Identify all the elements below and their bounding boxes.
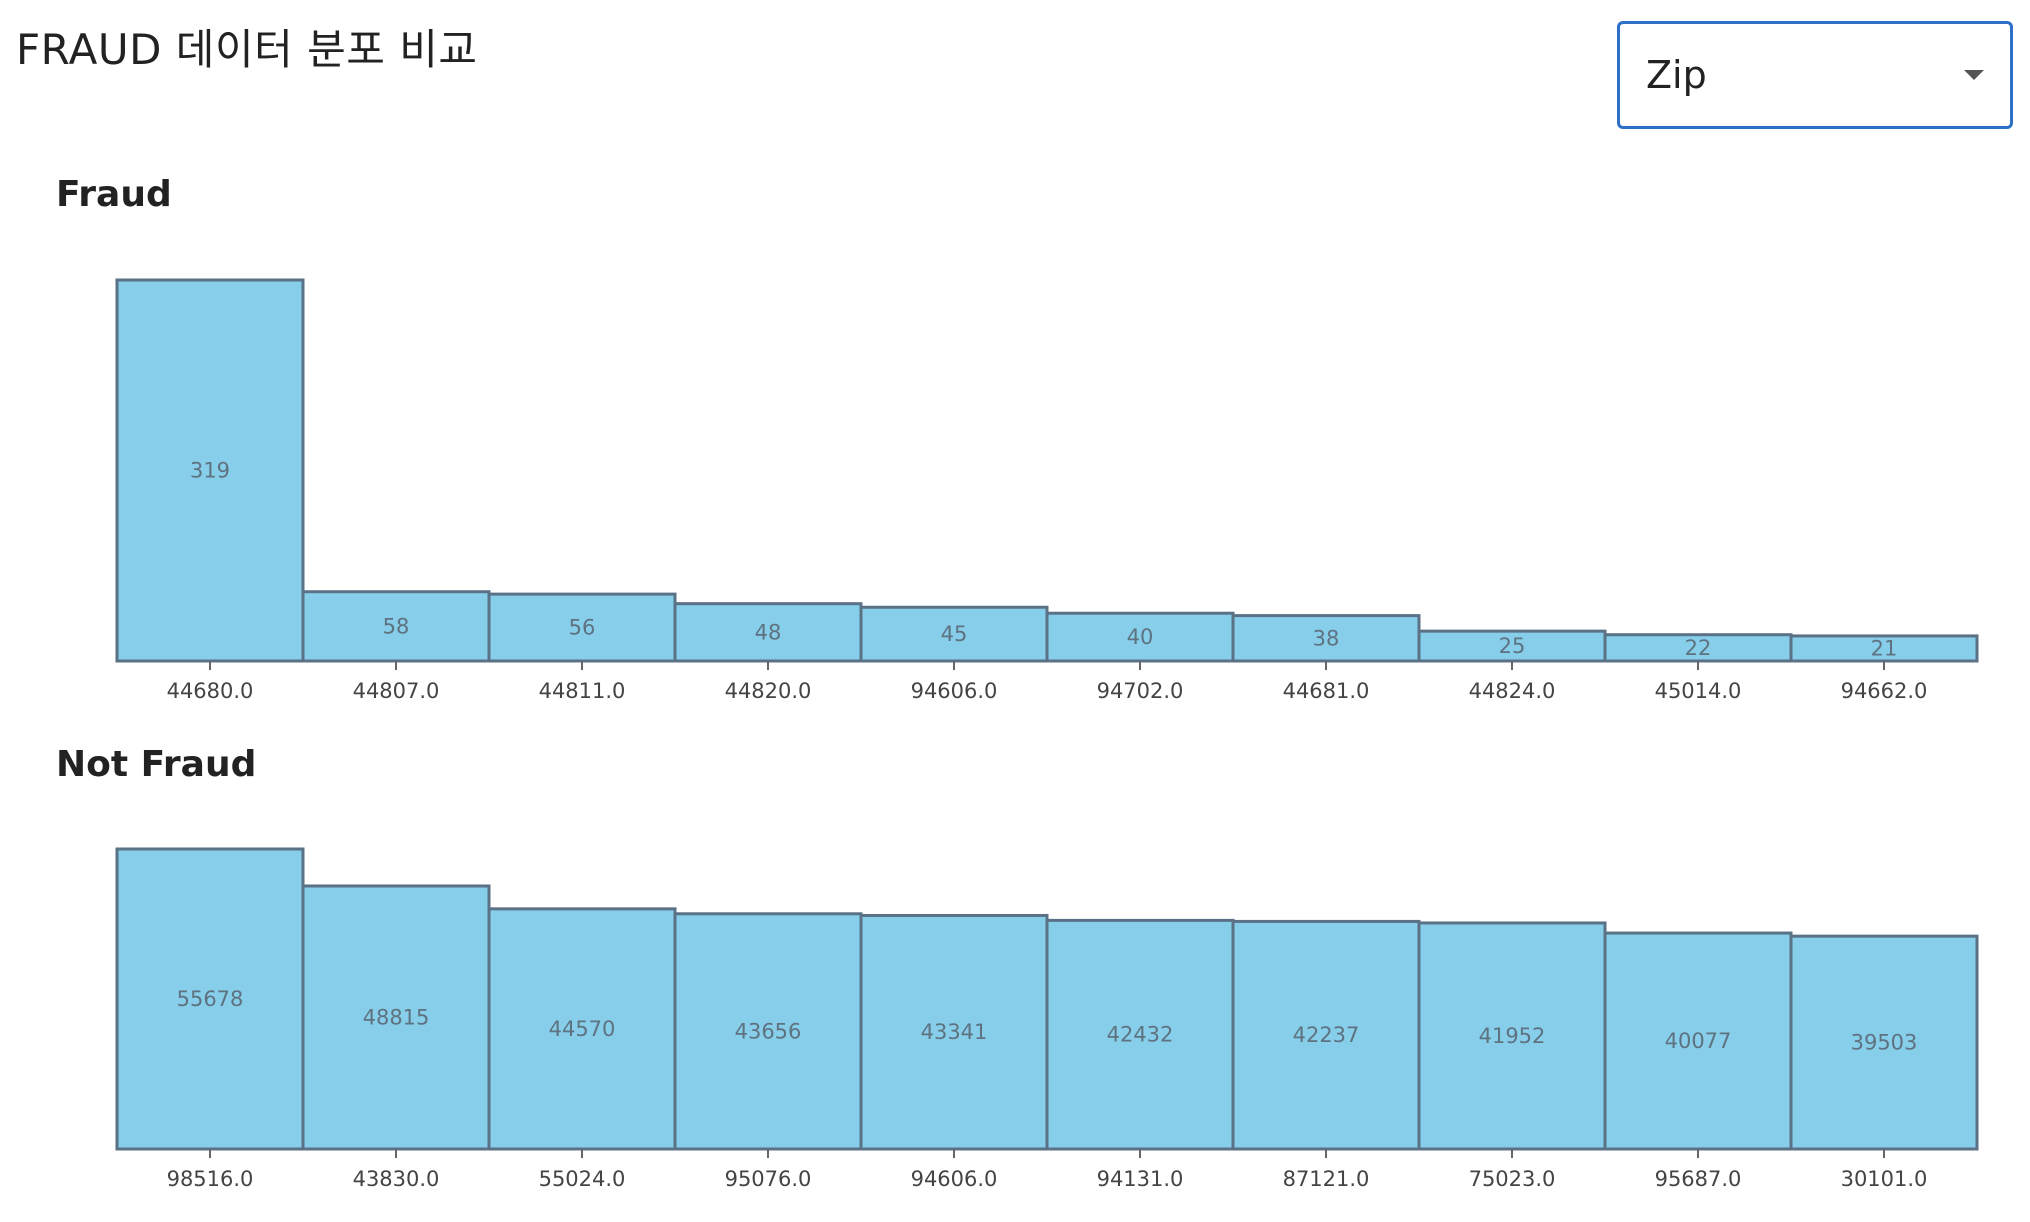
not-fraud-bar-value-label: 39503 <box>1851 1031 1918 1055</box>
not-fraud-x-tick-label: 75023.0 <box>1469 1167 1556 1191</box>
not-fraud-x-tick-label: 95687.0 <box>1655 1167 1742 1191</box>
not-fraud-bar-value-label: 43341 <box>921 1020 988 1044</box>
not-fraud-x-tick-label: 94606.0 <box>911 1167 998 1191</box>
not-fraud-bar-value-label: 55678 <box>177 987 244 1011</box>
not-fraud-bar-value-label: 48815 <box>363 1005 430 1029</box>
not-fraud-x-tick-label: 94131.0 <box>1097 1167 1184 1191</box>
not-fraud-x-tick-label: 43830.0 <box>353 1167 440 1191</box>
not-fraud-x-tick-label: 98516.0 <box>167 1167 254 1191</box>
not-fraud-bar-value-label: 42432 <box>1107 1023 1174 1047</box>
not-fraud-x-tick-label: 55024.0 <box>539 1167 626 1191</box>
not-fraud-x-tick-label: 87121.0 <box>1283 1167 1370 1191</box>
not-fraud-bar-chart: 55678 98516.0 48815 43830.0 44570 55024.0 4365… <box>115 847 1979 1191</box>
not-fraud-x-tick-label: 30101.0 <box>1841 1167 1928 1191</box>
not-fraud-bar-value-label: 40077 <box>1665 1029 1732 1053</box>
not-fraud-x-tick-label: 95076.0 <box>725 1167 812 1191</box>
not-fraud-bar-value-label: 44570 <box>549 1017 616 1041</box>
not-fraud-bar-value-label: 42237 <box>1293 1023 1360 1047</box>
not-fraud-bar-value-label: 41952 <box>1479 1024 1546 1048</box>
not-fraud-bar-value-label: 43656 <box>735 1019 802 1043</box>
